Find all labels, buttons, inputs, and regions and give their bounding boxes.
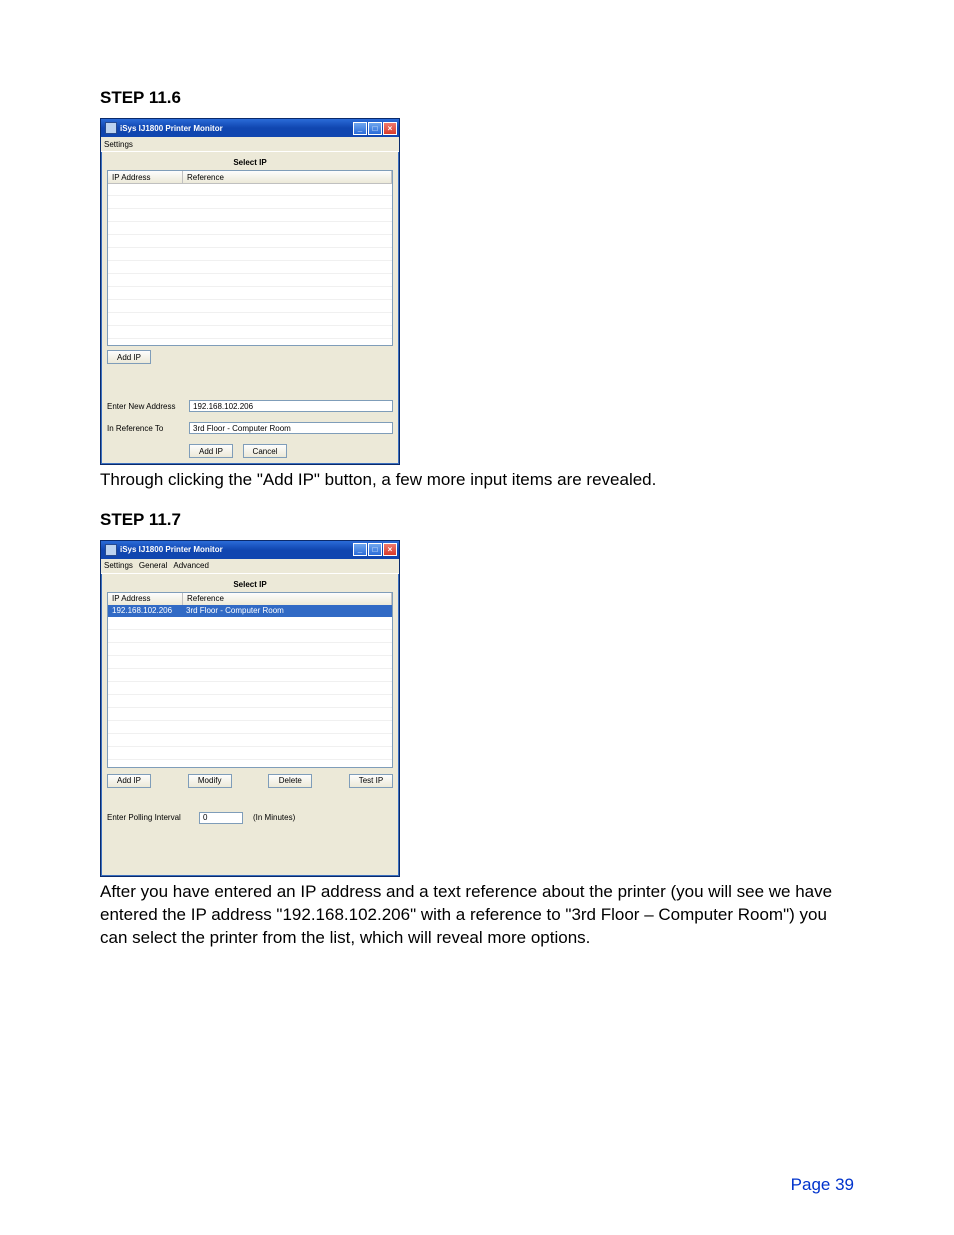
ip-listview[interactable]: IP Address Reference 192.168.102.206 3rd…	[107, 592, 393, 768]
titlebar: iSys IJ1800 Printer Monitor _ □ ×	[101, 119, 399, 137]
delete-button[interactable]: Delete	[268, 774, 312, 788]
row-ref-cell: 3rd Floor - Computer Room	[182, 606, 392, 615]
page-number: Page 39	[791, 1175, 854, 1195]
select-ip-label: Select IP	[107, 158, 393, 167]
enter-new-address-input[interactable]: 192.168.102.206	[189, 400, 393, 412]
column-reference[interactable]: Reference	[183, 593, 392, 605]
in-reference-to-label: In Reference To	[107, 424, 183, 433]
table-row[interactable]: 192.168.102.206 3rd Floor - Computer Roo…	[108, 605, 392, 617]
minimize-button[interactable]: _	[353, 543, 367, 556]
in-reference-to-input[interactable]: 3rd Floor - Computer Room	[189, 422, 393, 434]
add-ip-button[interactable]: Add IP	[107, 774, 151, 788]
window-title: iSys IJ1800 Printer Monitor	[120, 545, 223, 554]
app-icon	[105, 544, 117, 556]
window-2: iSys IJ1800 Printer Monitor _ □ × Settin…	[100, 540, 400, 877]
menu-settings[interactable]: Settings	[104, 561, 133, 570]
window-title: iSys IJ1800 Printer Monitor	[120, 124, 223, 133]
add-ip-confirm-button[interactable]: Add IP	[189, 444, 233, 458]
menubar: Settings	[101, 137, 399, 152]
column-ip-address[interactable]: IP Address	[108, 593, 183, 605]
test-ip-button[interactable]: Test IP	[349, 774, 393, 788]
step-1-body: Through clicking the "Add IP" button, a …	[100, 469, 854, 492]
column-reference[interactable]: Reference	[183, 171, 392, 183]
maximize-button[interactable]: □	[368, 543, 382, 556]
enter-new-address-label: Enter New Address	[107, 402, 183, 411]
close-button[interactable]: ×	[383, 122, 397, 135]
ip-listview[interactable]: IP Address Reference	[107, 170, 393, 346]
menu-advanced[interactable]: Advanced	[173, 561, 209, 570]
menu-settings[interactable]: Settings	[104, 140, 133, 149]
cancel-button[interactable]: Cancel	[243, 444, 287, 458]
polling-interval-label: Enter Polling Interval	[107, 813, 193, 822]
select-ip-label: Select IP	[107, 580, 393, 589]
titlebar: iSys IJ1800 Printer Monitor _ □ ×	[101, 541, 399, 559]
step-heading-1: STEP 11.6	[100, 88, 854, 108]
row-ip-cell: 192.168.102.206	[108, 606, 182, 615]
step-heading-2: STEP 11.7	[100, 510, 854, 530]
menubar: Settings General Advanced	[101, 559, 399, 574]
close-button[interactable]: ×	[383, 543, 397, 556]
polling-interval-input[interactable]: 0	[199, 812, 243, 824]
window-1: iSys IJ1800 Printer Monitor _ □ × Settin…	[100, 118, 400, 465]
maximize-button[interactable]: □	[368, 122, 382, 135]
polling-interval-unit: (In Minutes)	[253, 813, 295, 822]
modify-button[interactable]: Modify	[188, 774, 232, 788]
step-2-body: After you have entered an IP address and…	[100, 881, 854, 950]
app-icon	[105, 122, 117, 134]
column-ip-address[interactable]: IP Address	[108, 171, 183, 183]
minimize-button[interactable]: _	[353, 122, 367, 135]
menu-general[interactable]: General	[139, 561, 167, 570]
add-ip-button[interactable]: Add IP	[107, 350, 151, 364]
